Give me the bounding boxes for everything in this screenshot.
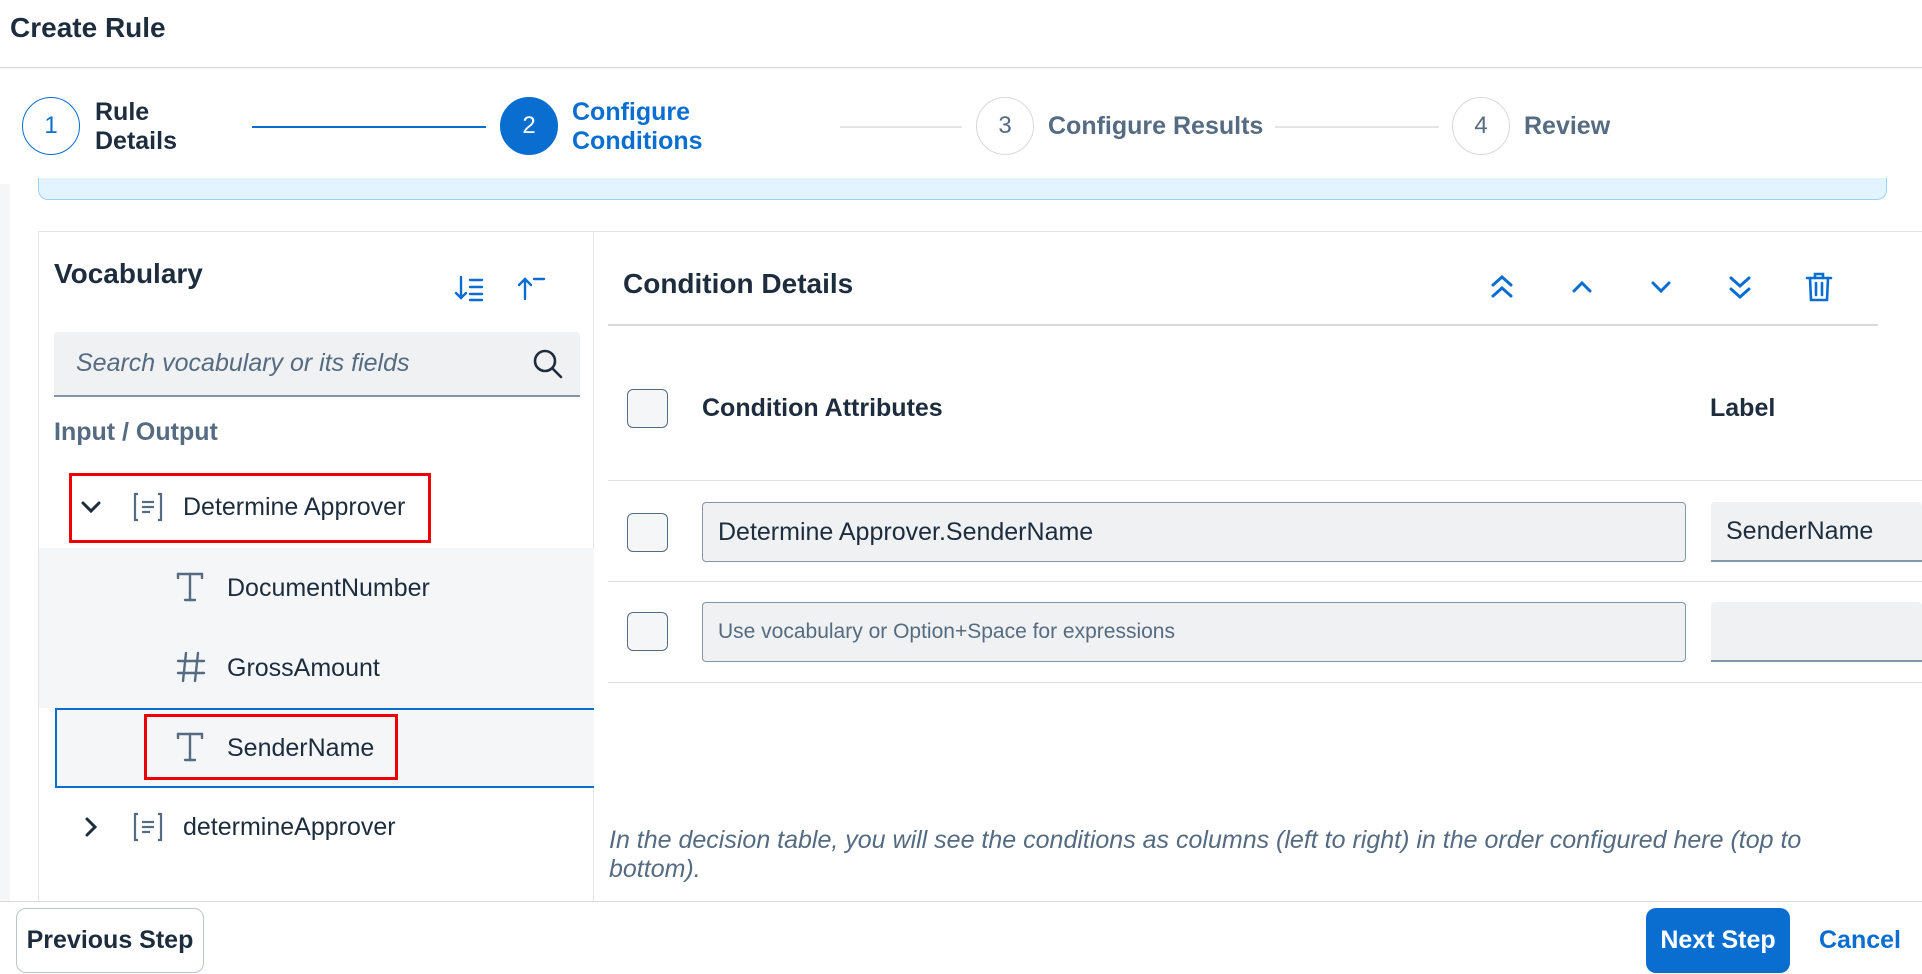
search-icon[interactable] (532, 348, 564, 385)
page-title: Create Rule (10, 12, 166, 43)
row-divider (608, 581, 1922, 582)
condition-attribute-field[interactable]: Determine Approver.SenderName (702, 502, 1686, 562)
select-all-checkbox[interactable] (627, 389, 668, 428)
delete-icon[interactable] (1799, 267, 1839, 307)
wizard-step-3-label[interactable]: Configure Results (1048, 112, 1263, 141)
text-type-icon (175, 570, 205, 611)
footer-toolbar: Previous Step Next Step Cancel (0, 901, 1922, 974)
vocabulary-title: Vocabulary (54, 258, 203, 289)
tree-item-grossamount[interactable]: GrossAmount (39, 628, 595, 708)
condition-label-field-empty[interactable] (1711, 602, 1922, 662)
vocabulary-panel: Vocabulary Input / Output Determine Appr… (38, 231, 595, 901)
move-down-icon[interactable] (1641, 267, 1681, 307)
condition-order-hint: In the decision table, you will see the … (609, 826, 1802, 883)
highlight-box-sendername (144, 714, 398, 780)
highlight-box-determine-approver (69, 473, 431, 543)
wizard-connector-3 (1275, 126, 1439, 128)
tree-item-documentnumber[interactable]: DocumentNumber (39, 548, 595, 628)
wizard-step-4-label[interactable]: Review (1524, 112, 1610, 141)
row-divider (608, 682, 1922, 683)
wizard-step-1-label-line2: Details (95, 127, 177, 155)
wizard-connector-1 (252, 126, 486, 128)
previous-step-button[interactable]: Previous Step (16, 908, 204, 973)
wizard-step-2-label-line2: Conditions (572, 127, 703, 155)
vocabulary-search-input[interactable] (76, 332, 516, 395)
move-to-bottom-icon[interactable] (1720, 267, 1760, 307)
sort-descending-icon[interactable] (449, 268, 489, 308)
wizard-connector-2 (840, 126, 962, 128)
next-step-button[interactable]: Next Step (1646, 908, 1790, 973)
wizard-step-1-label-line1: Rule (95, 98, 150, 126)
row-checkbox[interactable] (627, 513, 668, 552)
chevron-right-icon[interactable] (79, 815, 103, 846)
wizard-step-4-circle[interactable]: 4 (1452, 97, 1510, 155)
info-message-strip (38, 178, 1887, 200)
tree-item-determineapprover[interactable]: determineApprover (39, 788, 595, 868)
wizard-step-2-label-line1: Configure (572, 98, 691, 126)
page-header: Create Rule (0, 0, 1922, 68)
wizard-progress-bar: 1 Rule Details 2 Configure Conditions 3 … (0, 69, 1922, 184)
vocabulary-search-field[interactable] (54, 332, 580, 397)
move-up-icon[interactable] (1562, 267, 1602, 307)
collapse-all-icon[interactable] (511, 268, 551, 308)
tree-item-label: GrossAmount (227, 654, 380, 682)
toolbar-separator (608, 324, 1878, 326)
column-header-condition-attributes: Condition Attributes (702, 394, 943, 422)
condition-attribute-field-empty[interactable]: Use vocabulary or Option+Space for expre… (702, 602, 1686, 662)
condition-details-title: Condition Details (623, 268, 854, 299)
column-header-label: Label (1710, 394, 1776, 422)
move-to-top-icon[interactable] (1482, 267, 1522, 307)
wizard-step-3-circle[interactable]: 3 (976, 97, 1034, 155)
wizard-step-1-circle[interactable]: 1 (22, 97, 80, 155)
input-output-section-label: Input / Output (54, 418, 218, 446)
cancel-button[interactable]: Cancel (1810, 908, 1910, 973)
wizard-step-2-circle[interactable]: 2 (500, 97, 558, 155)
tree-item-label: DocumentNumber (227, 574, 430, 602)
condition-label-field[interactable]: SenderName (1711, 502, 1922, 562)
row-checkbox[interactable] (627, 612, 668, 651)
wizard-step-2-label[interactable]: Configure Conditions (572, 98, 703, 156)
header-divider (608, 480, 1922, 481)
wizard-step-1-label[interactable]: Rule Details (95, 98, 177, 156)
condition-details-panel: Condition Details Condition Attributes L… (594, 231, 1922, 901)
tree-item-label: determineApprover (183, 813, 396, 841)
structure-icon (131, 810, 165, 851)
number-type-icon (175, 650, 207, 691)
